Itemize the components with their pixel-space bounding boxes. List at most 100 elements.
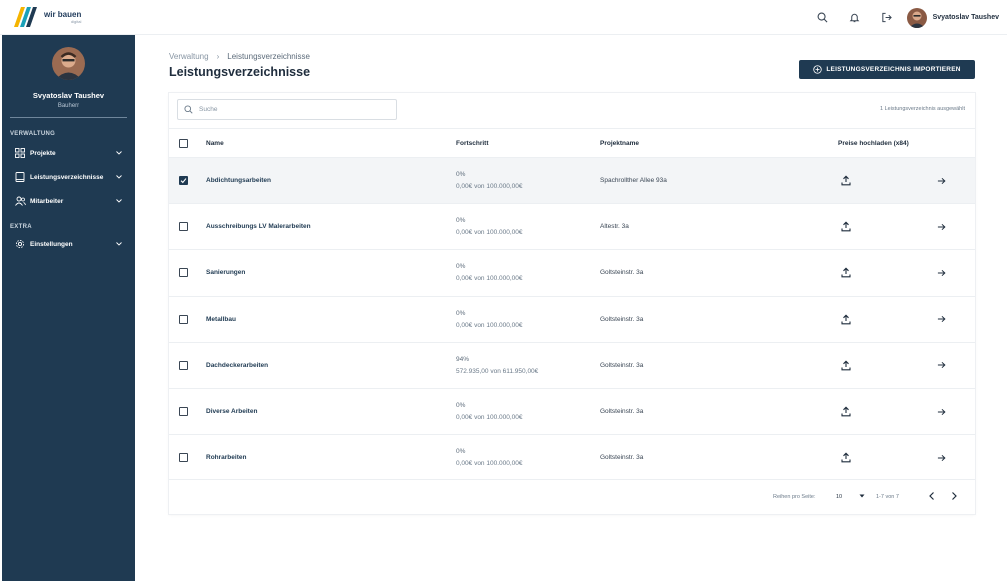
upload-icon[interactable] bbox=[839, 221, 853, 232]
row-project: Spachrollther Allee 93a bbox=[600, 177, 667, 184]
table-row[interactable]: Rohrarbeiten 0% 0,00€ von 100.000,00€ Golts… bbox=[169, 434, 975, 480]
row-progress: 0% 0,00€ von 100.000,00€ bbox=[456, 217, 523, 236]
row-progress: 0% 0,00€ von 100.000,00€ bbox=[456, 402, 523, 421]
arrow-right-icon[interactable] bbox=[937, 315, 946, 323]
sidebar: Svyatoslav Taushev Bauherr VERWALTUNG Pr… bbox=[2, 35, 135, 581]
caret-down-icon[interactable] bbox=[859, 493, 865, 501]
search-field[interactable] bbox=[177, 99, 397, 120]
select-all-checkbox[interactable] bbox=[179, 138, 188, 148]
progress-percent: 0% bbox=[456, 263, 466, 271]
progress-amount: 0,00€ von 100.000,00€ bbox=[456, 183, 523, 190]
progress-amount: 572.935,00 von 611.950,00€ bbox=[456, 367, 539, 375]
table-row[interactable]: Sanierungen 0% 0,00€ von 100.000,00€ Goltst… bbox=[169, 249, 975, 295]
upload-icon[interactable] bbox=[839, 360, 853, 371]
section-label-verwaltung: VERWALTUNG bbox=[10, 131, 56, 137]
row-progress: 0% 0,00€ von 100.000,00€ bbox=[456, 448, 523, 467]
sidebar-item-mitarbeiter[interactable]: Mitarbeiter bbox=[2, 189, 135, 213]
logo-main-text: wir bauen bbox=[44, 9, 82, 19]
sidebar-item-label: Mitarbeiter bbox=[30, 197, 64, 205]
upload-icon[interactable] bbox=[839, 406, 853, 417]
arrow-right-icon[interactable] bbox=[937, 408, 946, 416]
row-checkbox[interactable] bbox=[179, 314, 188, 324]
upload-icon[interactable] bbox=[839, 267, 853, 278]
column-header-project[interactable]: Projektname bbox=[600, 140, 639, 147]
row-project: Goltsteinstr. 3a bbox=[600, 315, 644, 323]
arrow-right-icon[interactable] bbox=[937, 454, 946, 462]
row-name[interactable]: Ausschreibungs LV Malerarbeiten bbox=[206, 223, 311, 230]
import-button-label: LEISTUNGSVERZEICHNIS IMPORTIEREN bbox=[826, 66, 961, 73]
table-row[interactable]: Diverse Arbeiten 0% 0,00€ von 100.000,00€ G… bbox=[169, 388, 975, 434]
top-actions: Svyatoslav Taushev bbox=[815, 0, 999, 35]
row-checkbox[interactable] bbox=[179, 268, 188, 278]
row-name[interactable]: Sanierungen bbox=[206, 269, 245, 276]
arrow-right-icon[interactable] bbox=[937, 361, 946, 369]
row-checkbox[interactable] bbox=[179, 453, 188, 463]
chevron-left-icon bbox=[929, 492, 934, 500]
row-checkbox[interactable] bbox=[179, 407, 188, 416]
arrow-right-icon[interactable] bbox=[937, 269, 946, 277]
row-project: Goltsteinstr. 3a bbox=[600, 408, 644, 415]
previous-page-button[interactable] bbox=[928, 491, 936, 503]
sidebar-item-leistungsverzeichnisse[interactable]: Leistungsverzeichnisse bbox=[2, 165, 135, 189]
upload-icon[interactable] bbox=[839, 175, 853, 186]
sidebar-item-label: Leistungsverzeichnisse bbox=[30, 173, 104, 181]
row-name[interactable]: Rohrarbeiten bbox=[206, 454, 246, 461]
page-title: Leistungsverzeichnisse bbox=[169, 65, 311, 79]
row-progress: 0% 0,00€ von 100.000,00€ bbox=[456, 263, 523, 282]
table-row[interactable]: Metallbau 0% 0,00€ von 100.000,00€ Goltstei… bbox=[169, 295, 975, 342]
row-checkbox[interactable] bbox=[179, 360, 188, 370]
profile-name: Svyatoslav Taushev bbox=[32, 91, 105, 100]
column-header-progress[interactable]: Fortschritt bbox=[456, 140, 489, 147]
arrow-right-icon[interactable] bbox=[937, 223, 946, 231]
user-name[interactable]: Svyatoslav Taushev bbox=[933, 14, 999, 21]
sidebar-item-label: Projekte bbox=[30, 149, 56, 157]
search-icon[interactable] bbox=[815, 10, 831, 26]
selection-count: 1 Leistungsverzeichnis ausgewählt bbox=[880, 106, 965, 112]
row-name[interactable]: Dachdeckerarbeiten bbox=[206, 362, 268, 369]
sidebar-divider bbox=[10, 117, 127, 118]
table-row[interactable]: Abdichtungsarbeiten 0% 0,00€ von 100.000,0… bbox=[169, 157, 975, 203]
rows-per-page-label: Reihen pro Seite: bbox=[773, 494, 816, 500]
progress-amount: 0,00€ von 100.000,00€ bbox=[456, 229, 523, 237]
logo-stripes-icon bbox=[14, 7, 37, 27]
progress-amount: 0,00€ von 100.000,00€ bbox=[456, 414, 523, 421]
next-page-button[interactable] bbox=[950, 491, 958, 503]
avatar[interactable] bbox=[906, 7, 927, 28]
sidebar-item-projekte[interactable]: Projekte bbox=[2, 141, 135, 165]
breadcrumb-item-verwaltung[interactable]: Verwaltung bbox=[169, 52, 209, 61]
table-row[interactable]: Dachdeckerarbeiten 94% 572.935,00 von 611.… bbox=[169, 341, 975, 388]
logo[interactable]: wir bauen digital bbox=[12, 6, 81, 28]
row-checkbox[interactable] bbox=[179, 222, 188, 232]
rows-per-page-select[interactable]: 10 bbox=[836, 494, 842, 500]
column-header-name[interactable]: Name bbox=[206, 140, 224, 147]
progress-amount: 0,00€ von 100.000,00€ bbox=[456, 321, 523, 329]
row-name[interactable]: Diverse Arbeiten bbox=[206, 408, 257, 415]
import-button[interactable]: LEISTUNGSVERZEICHNIS IMPORTIEREN bbox=[799, 60, 975, 79]
chevron-down-icon bbox=[115, 240, 123, 248]
progress-percent: 0% bbox=[456, 217, 466, 225]
gear-icon bbox=[14, 238, 26, 250]
row-project: Goltsteinstr. 3a bbox=[600, 269, 644, 277]
row-name[interactable]: Abdichtungsarbeiten bbox=[206, 177, 271, 184]
row-name[interactable]: Metallbau bbox=[206, 316, 236, 323]
bell-icon[interactable] bbox=[847, 10, 863, 26]
table-row[interactable]: Ausschreibungs LV Malerarbeiten 0% 0,00€ v… bbox=[169, 203, 975, 249]
upload-icon[interactable] bbox=[839, 314, 853, 325]
row-checkbox[interactable] bbox=[179, 176, 188, 185]
arrow-right-icon[interactable] bbox=[937, 177, 946, 185]
progress-amount: 0,00€ von 100.000,00€ bbox=[456, 460, 523, 468]
logo-sub-text: digital bbox=[70, 18, 82, 24]
profile-role: Bauherr bbox=[57, 103, 80, 109]
row-progress: 0% 0,00€ von 100.000,00€ bbox=[456, 171, 523, 190]
chevron-right-icon: › bbox=[216, 52, 220, 61]
column-header-prices: Preise hochladen (x84) bbox=[838, 139, 909, 147]
breadcrumb: Verwaltung › Leistungsverzeichnisse bbox=[169, 52, 310, 61]
progress-percent: 0% bbox=[456, 309, 466, 317]
sidebar-item-einstellungen[interactable]: Einstellungen bbox=[2, 232, 135, 256]
logout-icon[interactable] bbox=[879, 10, 895, 26]
upload-icon[interactable] bbox=[839, 452, 853, 463]
plus-circle-icon bbox=[813, 65, 823, 74]
search-input[interactable] bbox=[199, 106, 379, 113]
pagination: Reihen pro Seite: 10 1-7 von 7 bbox=[169, 479, 975, 514]
table-card: 1 Leistungsverzeichnis ausgewählt Name F… bbox=[169, 93, 975, 514]
